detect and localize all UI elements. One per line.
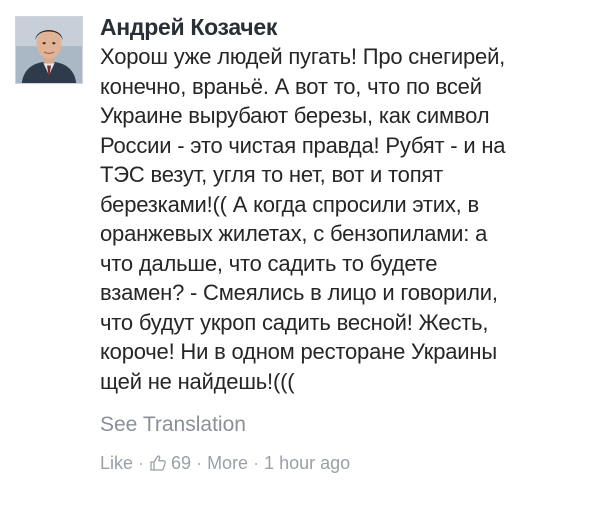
- comment-line: короче! Ни в одном ресторане Украины: [100, 339, 497, 364]
- timestamp[interactable]: 1 hour ago: [264, 451, 350, 475]
- separator: ·: [196, 453, 203, 473]
- avatar-photo: [16, 17, 82, 83]
- comment-line: ТЭС везут, угля то нет, вот и топят: [100, 162, 443, 187]
- comment-line: березками!(( А когда спросили этих, в: [100, 191, 479, 217]
- like-button[interactable]: Like: [100, 451, 133, 475]
- comment-line: конечно, враньё. А вот то, что по всей: [100, 73, 482, 99]
- comment-line: оранжевых жилетах, с бензопилами: а: [100, 221, 488, 246]
- see-translation-link[interactable]: See Translation: [100, 411, 580, 439]
- like-count[interactable]: 69: [149, 451, 191, 475]
- comment: Андрей Козачек Хорош уже людей пугать! П…: [0, 0, 599, 516]
- comment-content: Андрей Козачек Хорош уже людей пугать! П…: [100, 12, 580, 475]
- like-count-value: 69: [171, 453, 192, 473]
- thumbs-up-icon: [149, 454, 167, 472]
- comment-line: что дальше, что садить то будете: [100, 250, 438, 276]
- comment-actions: Like · 69 · More · 1 hour ago: [100, 451, 580, 475]
- avatar[interactable]: [15, 16, 83, 84]
- comment-line: взамен? - Смеялись в лицо и говорили,: [100, 280, 498, 305]
- author-name[interactable]: Андрей Козачек: [100, 12, 580, 42]
- separator: ·: [253, 453, 260, 473]
- comment-line: Украине вырубают березы, как символ: [100, 103, 490, 128]
- comment-text: Хорош уже людей пугать! Про снегирей, ко…: [100, 42, 580, 396]
- comment-line: Хорош уже людей пугать! Про снегирей,: [100, 44, 506, 69]
- comment-line: России - это чистая правда! Рубят - и на: [100, 132, 506, 158]
- separator: ·: [138, 453, 145, 473]
- comment-line: щей не найдешь!(((: [100, 368, 295, 394]
- more-button[interactable]: More: [207, 451, 248, 475]
- comment-line: что будут укроп садить весной! Жесть,: [100, 309, 489, 335]
